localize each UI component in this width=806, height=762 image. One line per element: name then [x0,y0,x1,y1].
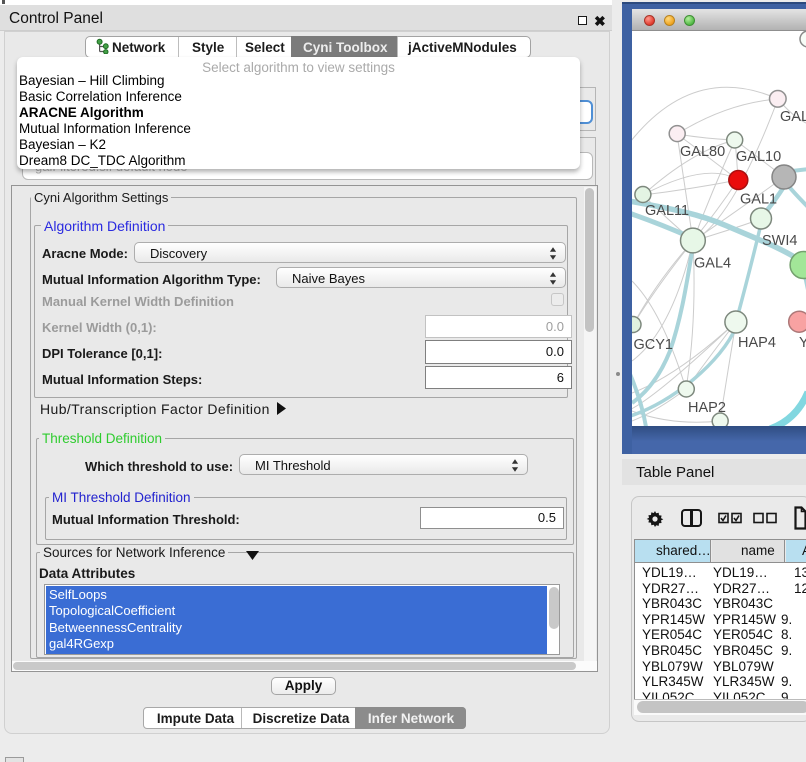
svg-text:Y: Y [799,335,806,351]
svg-text:GCY1: GCY1 [634,337,674,353]
svg-text:GAL10: GAL10 [736,149,781,165]
svg-text:GAL11: GAL11 [645,203,689,219]
svg-text:GAL: GAL [780,109,806,125]
svg-text:GAL1: GAL1 [740,192,777,208]
svg-text:GAL4: GAL4 [694,256,731,272]
svg-text:HAP4: HAP4 [738,335,776,351]
svg-text:SWI4: SWI4 [762,233,797,249]
svg-text:HAP2: HAP2 [688,400,726,416]
svg-text:GAL80: GAL80 [680,144,725,160]
